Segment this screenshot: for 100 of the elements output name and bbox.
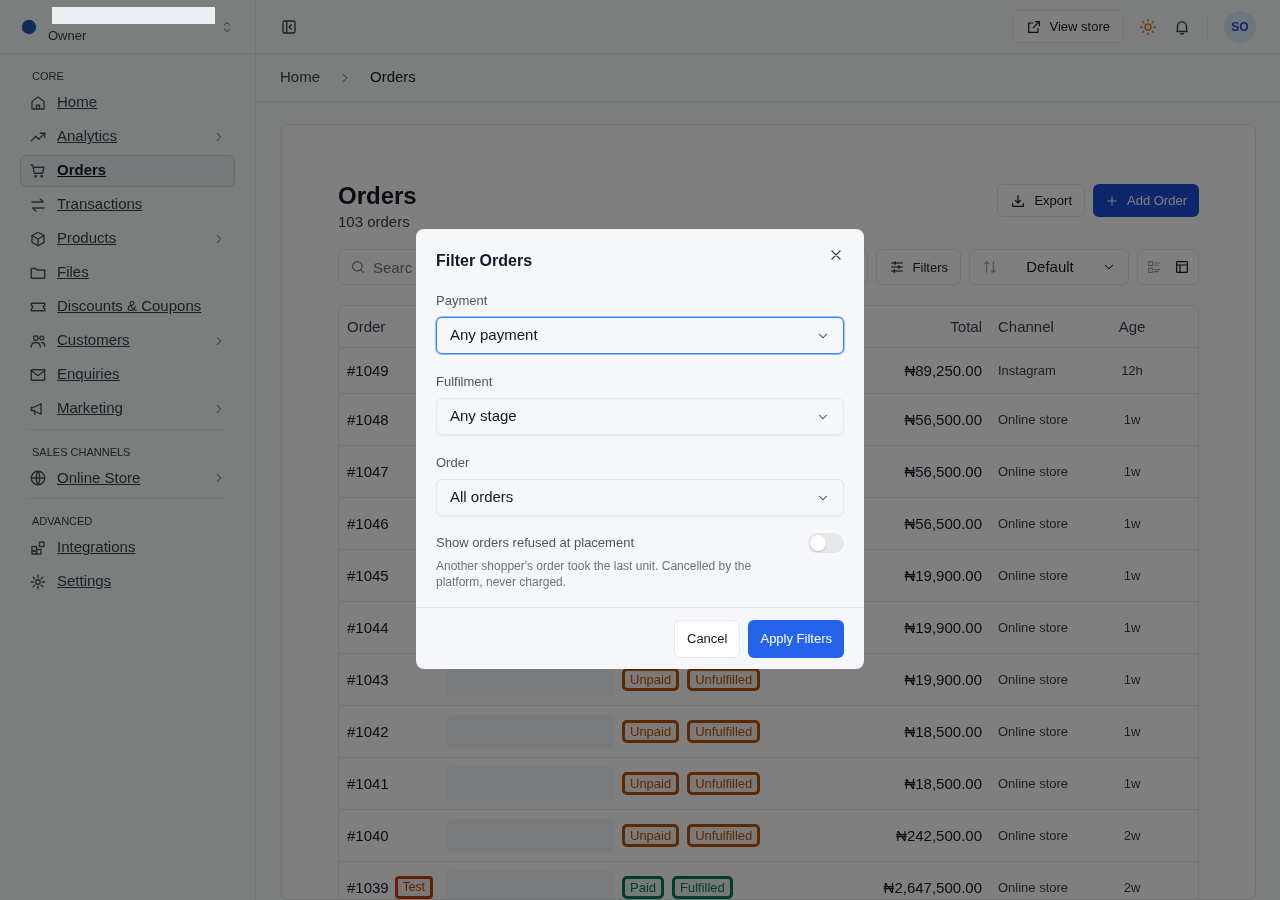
age-cell: 1w — [1123, 464, 1141, 480]
order-total: ₦19,900.00 — [904, 618, 982, 636]
order-total: ₦19,900.00 — [904, 670, 982, 688]
column-header: Total — [950, 317, 982, 335]
order-total: ₦56,500.00 — [904, 514, 982, 532]
panel-icon — [280, 17, 298, 36]
order-number[interactable]: #1046 — [347, 512, 389, 536]
external-link-icon — [1025, 18, 1042, 35]
channel-cell: Online store — [998, 776, 1069, 792]
channel-cell: Online store — [998, 880, 1069, 896]
sidebar-item[interactable]: Customers — [20, 324, 235, 357]
order-number[interactable]: #1049 — [347, 359, 389, 383]
age-cell: 2w — [1123, 880, 1141, 896]
age-cell: 1w — [1123, 568, 1141, 584]
age-cell: 1w — [1123, 516, 1141, 532]
apply-filters-button[interactable]: Apply Filters — [748, 620, 844, 658]
order-total: ₦89,250.00 — [904, 361, 982, 379]
channel-cell: Online store — [998, 672, 1069, 688]
order-total: ₦242,500.00 — [896, 826, 982, 844]
add-order-button[interactable]: Add Order — [1093, 183, 1199, 218]
channel-cell: Online store — [998, 412, 1069, 428]
age-cell: 1w — [1123, 776, 1141, 792]
logo-icon — [20, 17, 38, 36]
breadcrumb-link[interactable]: Home — [280, 66, 320, 89]
sidebar-item[interactable]: Integrations — [20, 531, 235, 564]
globe-icon — [29, 469, 47, 487]
sidebar-item[interactable]: Marketing — [20, 392, 235, 425]
field-label: Payment — [436, 293, 489, 309]
channel-cell: Online store — [998, 620, 1069, 636]
channel-cell: Online store — [998, 464, 1069, 480]
table-view-icon — [1174, 259, 1190, 276]
section-heading: CORE — [31, 69, 65, 84]
column-header: Age — [1118, 317, 1146, 335]
order-number[interactable]: #1041 — [347, 772, 389, 796]
search-icon — [350, 259, 366, 276]
order-number[interactable]: #1043 — [347, 668, 389, 692]
filters-button[interactable]: Filters — [875, 249, 961, 286]
blocks-icon — [29, 538, 47, 557]
sort-icon — [982, 259, 998, 276]
column-header: Order — [347, 316, 386, 337]
select-field[interactable]: Any payment — [436, 317, 844, 354]
order-total: ₦56,500.00 — [904, 462, 982, 480]
sidebar-toggle-icon[interactable] — [280, 17, 298, 36]
sidebar-item[interactable]: Products — [20, 222, 235, 255]
page-title: Orders — [338, 182, 417, 211]
field-label: Fulfilment — [436, 374, 494, 390]
box-icon — [29, 229, 47, 248]
order-number[interactable]: #1045 — [347, 564, 389, 588]
sliders-icon — [888, 259, 905, 276]
select-field[interactable]: All orders — [436, 479, 844, 516]
theme-toggle[interactable] — [1139, 17, 1157, 36]
dialog-title: Filter Orders — [436, 251, 533, 271]
field-label: Order — [436, 455, 471, 471]
sidebar-item[interactable]: Online Store — [20, 462, 235, 494]
sidebar-item[interactable]: Analytics — [20, 120, 235, 153]
age-cell: 1w — [1123, 724, 1141, 740]
sidebar-item[interactable]: Home — [20, 86, 235, 119]
channel-cell: Online store — [998, 516, 1069, 532]
toggle-switch[interactable] — [808, 533, 844, 553]
order-total: ₦56,500.00 — [904, 410, 982, 428]
sidebar-item[interactable]: Discounts & Coupons — [20, 290, 235, 323]
sidebar-item[interactable]: Settings — [20, 565, 235, 598]
order-number[interactable]: #1047 — [347, 460, 389, 484]
order-total: ₦18,500.00 — [904, 774, 982, 792]
cart-icon — [29, 161, 47, 180]
cancel-button[interactable]: Cancel — [674, 620, 741, 658]
list-view-icon — [1146, 259, 1162, 276]
toggle-label: Show orders refused at placement — [436, 534, 635, 552]
age-cell: 1w — [1123, 412, 1141, 428]
channel-cell: Online store — [998, 828, 1069, 844]
view-button[interactable] — [1174, 259, 1190, 276]
order-number[interactable]: #1048 — [347, 408, 389, 432]
plus-icon — [1105, 193, 1119, 208]
column-header: Channel — [998, 317, 1054, 335]
sidebar-item[interactable]: Files — [20, 256, 235, 289]
toggle-help: Another shopper's order took the last unit. Cancelled by the platform, never charged. — [436, 557, 753, 592]
select-field[interactable]: Any stage — [436, 398, 844, 435]
view-store-button[interactable]: View store — [1012, 9, 1123, 44]
section-heading: ADVANCED — [31, 514, 94, 529]
sun-icon — [1139, 17, 1157, 36]
breadcrumb-current: Orders — [370, 67, 416, 88]
order-number[interactable]: #1040 — [347, 824, 389, 848]
sidebar-item[interactable]: Orders — [20, 154, 235, 187]
sidebar-item[interactable]: Transactions — [20, 188, 235, 221]
order-total: ₦2,647,500.00 — [883, 878, 982, 896]
age-cell: 2w — [1123, 828, 1141, 844]
order-number[interactable]: #1044 — [347, 616, 389, 640]
order-total: ₦18,500.00 — [904, 722, 982, 740]
channel-cell: Instagram — [998, 363, 1056, 379]
arrows-icon — [29, 195, 47, 214]
export-button[interactable]: Export — [997, 183, 1085, 218]
store-role: Owner — [48, 26, 88, 45]
sort-select[interactable]: Default — [969, 249, 1129, 286]
sidebar-item[interactable]: Enquiries — [20, 358, 235, 391]
download-icon — [1010, 192, 1027, 209]
avatar[interactable]: SO — [1224, 10, 1256, 43]
order-number[interactable]: #1042 — [347, 720, 389, 744]
order-number[interactable]: #1039 — [347, 876, 389, 899]
age-cell: 1w — [1123, 672, 1141, 688]
section-heading: SALES CHANNELS — [31, 444, 132, 460]
